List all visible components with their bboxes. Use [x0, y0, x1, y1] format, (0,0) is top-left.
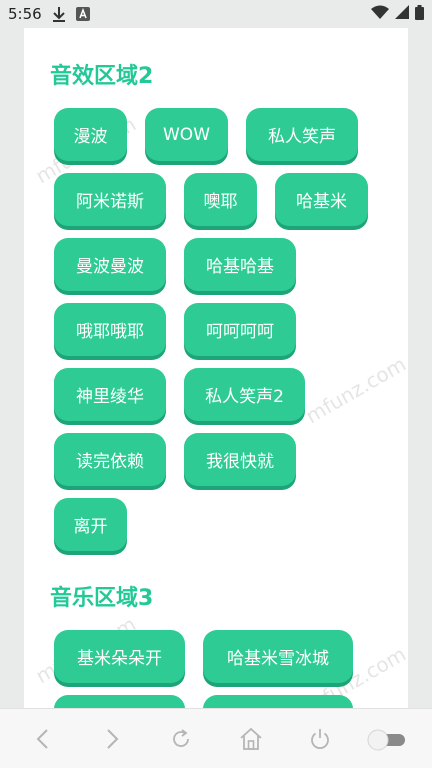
app-a-icon — [75, 7, 90, 21]
sound-button[interactable]: 私人笑声 — [246, 108, 358, 161]
music-button-grid: 基米朵朵开 哈基米雪冰城 — [54, 630, 394, 708]
section-title: 音乐区域3 — [50, 586, 154, 611]
sound-button[interactable]: 哈基米 — [275, 173, 368, 226]
home-icon[interactable] — [227, 715, 275, 763]
download-icon — [52, 6, 66, 22]
sound-button[interactable]: 我很快就 — [184, 433, 296, 486]
music-button[interactable]: 基米朵朵开 — [54, 630, 185, 683]
sound-button[interactable]: 私人笑声2 — [184, 368, 305, 421]
bottom-nav — [0, 708, 432, 768]
toggle-switch[interactable] — [365, 715, 413, 763]
status-time: 5:56 — [8, 5, 42, 23]
sound-button-grid: 漫波 WOW 私人笑声 阿米诺斯 噢耶 哈基米 曼波曼波 哈基哈基 哦耶哦耶 呵… — [54, 108, 394, 563]
power-icon[interactable] — [296, 715, 344, 763]
sound-button[interactable]: WOW — [145, 108, 228, 161]
sound-button[interactable]: 呵呵呵呵 — [184, 303, 296, 356]
music-button[interactable] — [54, 695, 185, 708]
sound-button[interactable]: 阿米诺斯 — [54, 173, 166, 226]
battery-icon — [415, 4, 424, 24]
signal-icon — [395, 5, 409, 23]
forward-icon[interactable] — [88, 715, 136, 763]
sound-button[interactable]: 读完依赖 — [54, 433, 166, 486]
music-button[interactable] — [203, 695, 353, 708]
content-card[interactable]: mfunz.com mfunz.com mfunz.com mfunz.com … — [24, 28, 408, 708]
wifi-icon — [371, 5, 389, 23]
sound-button[interactable]: 离开 — [54, 498, 127, 551]
sound-button[interactable]: 哈基哈基 — [184, 238, 296, 291]
sound-button[interactable]: 漫波 — [54, 108, 127, 161]
refresh-icon[interactable] — [157, 715, 205, 763]
back-icon[interactable] — [19, 715, 67, 763]
music-button[interactable]: 哈基米雪冰城 — [203, 630, 353, 683]
sound-button[interactable]: 曼波曼波 — [54, 238, 166, 291]
sound-button[interactable]: 神里绫华 — [54, 368, 166, 421]
sound-button[interactable]: 哦耶哦耶 — [54, 303, 166, 356]
status-bar: 5:56 — [0, 0, 432, 28]
sound-button[interactable]: 噢耶 — [184, 173, 257, 226]
section-title: 音效区域2 — [50, 64, 154, 89]
